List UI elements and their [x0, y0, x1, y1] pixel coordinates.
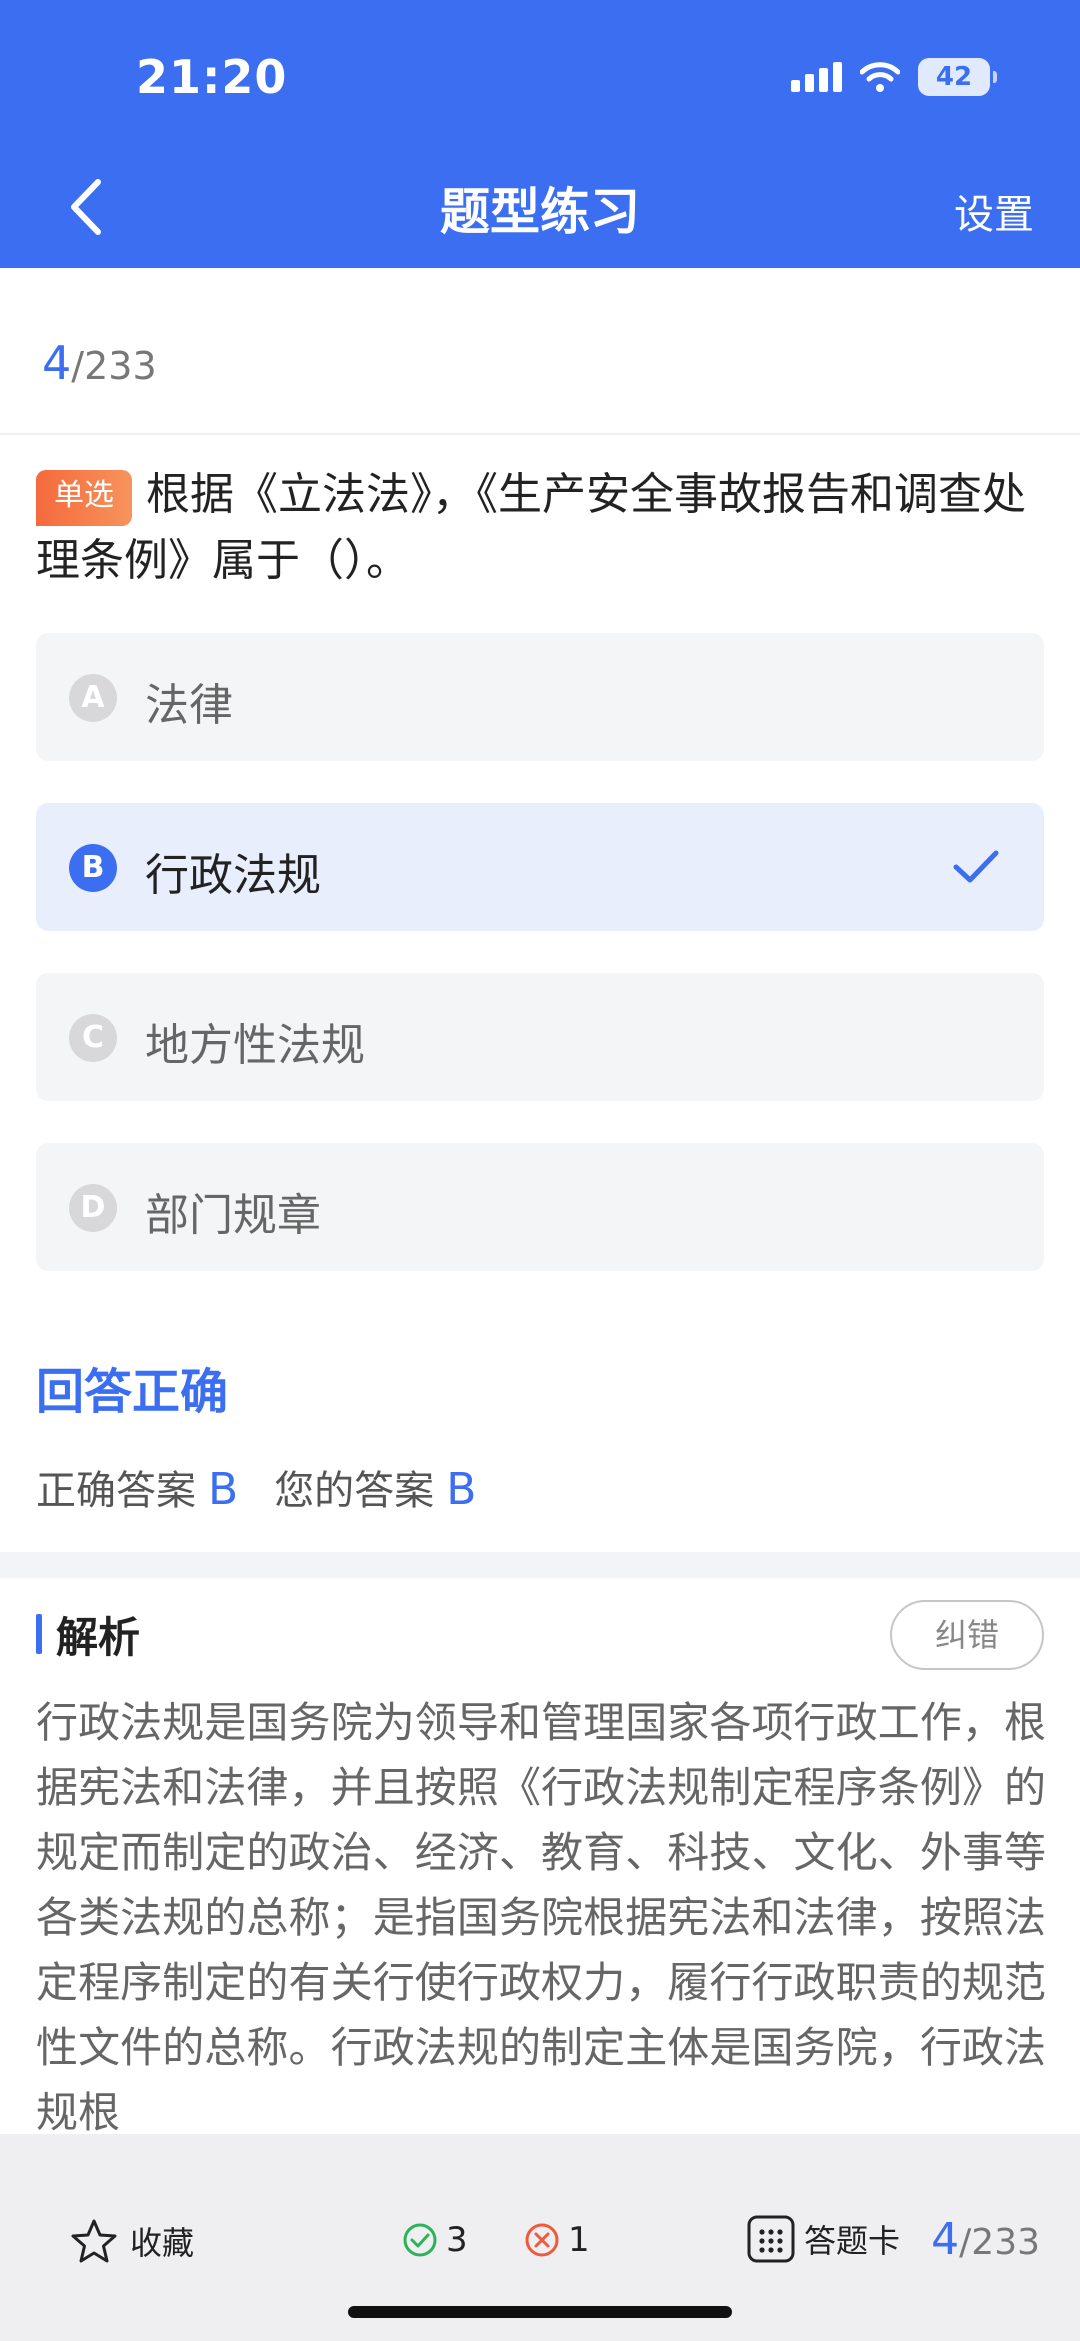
favorite-label: 收藏	[130, 2224, 195, 2262]
total-questions: /233	[71, 344, 157, 388]
correct-circle-icon	[403, 2223, 437, 2257]
question-text: 根据《立法法》，《生产安全事故报告和调查处理条例》属于（）。	[36, 469, 1026, 586]
analysis-accent-bar	[36, 1614, 42, 1654]
battery-icon: 42	[918, 58, 997, 96]
current-question-number: 4	[42, 336, 72, 390]
page-title: 题型练习	[440, 183, 640, 241]
correct-answer-label: 正确答案	[36, 1468, 196, 1514]
answer-card-label: 答题卡	[804, 2222, 901, 2260]
option-c[interactable]: C 地方性法规	[36, 973, 1044, 1101]
correct-answer-value: B	[208, 1464, 239, 1515]
answer-card-button[interactable]: 答题卡	[746, 2214, 900, 2264]
correct-count-value: 3	[446, 2220, 468, 2260]
option-d[interactable]: D 部门规章	[36, 1143, 1044, 1271]
option-text: 地方性法规	[145, 1020, 365, 1071]
option-letter: C	[69, 1014, 117, 1062]
status-time: 21:20	[136, 50, 288, 104]
status-icons: 42	[791, 58, 997, 96]
option-a[interactable]: A 法律	[36, 633, 1044, 761]
analysis-title: 解析	[56, 1613, 141, 1662]
correct-count[interactable]: 3	[402, 2220, 468, 2260]
question-counter: 4/233	[42, 336, 157, 390]
home-indicator[interactable]	[348, 2306, 732, 2318]
your-answer-label: 您的答案	[274, 1468, 435, 1514]
app-header: 21:20 42 题型练习 设置	[0, 0, 1080, 268]
wrong-count[interactable]: 1	[524, 2220, 590, 2260]
analysis-text: 行政法规是国务院为领导和管理国家各项行政工作，根据宪法和法律，并且按照《行政法规…	[36, 1698, 1046, 2134]
section-separator	[0, 1552, 1080, 1578]
bottom-question-counter: 4/233	[931, 2214, 1040, 2265]
divider	[0, 433, 1080, 435]
result-title: 回答正确	[36, 1364, 229, 1420]
wifi-icon	[860, 62, 900, 92]
wrong-circle-icon	[525, 2223, 559, 2257]
favorite-button[interactable]: 收藏	[70, 2218, 194, 2264]
settings-button[interactable]: 设置	[954, 182, 1034, 240]
answer-summary: 正确答案 B 您的答案 B	[36, 1458, 512, 1516]
option-text: 行政法规	[145, 850, 321, 901]
grid-icon	[747, 2215, 795, 2263]
option-letter: A	[69, 674, 117, 722]
report-error-button[interactable]: 纠错	[890, 1600, 1044, 1670]
wrong-count-value: 1	[568, 2220, 590, 2260]
star-icon	[71, 2219, 117, 2263]
your-answer-value: B	[446, 1464, 477, 1515]
option-letter: B	[69, 844, 117, 892]
option-text: 法律	[145, 680, 233, 731]
option-letter: D	[69, 1184, 117, 1232]
option-b[interactable]: B 行政法规	[36, 803, 1044, 931]
bottom-total: /233	[959, 2222, 1040, 2263]
bottom-current-number: 4	[931, 2214, 960, 2265]
question-type-badge: 单选	[36, 470, 132, 526]
check-icon	[953, 850, 999, 883]
cellular-signal-icon	[791, 62, 842, 92]
question-stem: 单选 根据《立法法》，《生产安全事故报告和调查处理条例》属于（）。	[36, 462, 1046, 594]
option-text: 部门规章	[145, 1190, 321, 1241]
